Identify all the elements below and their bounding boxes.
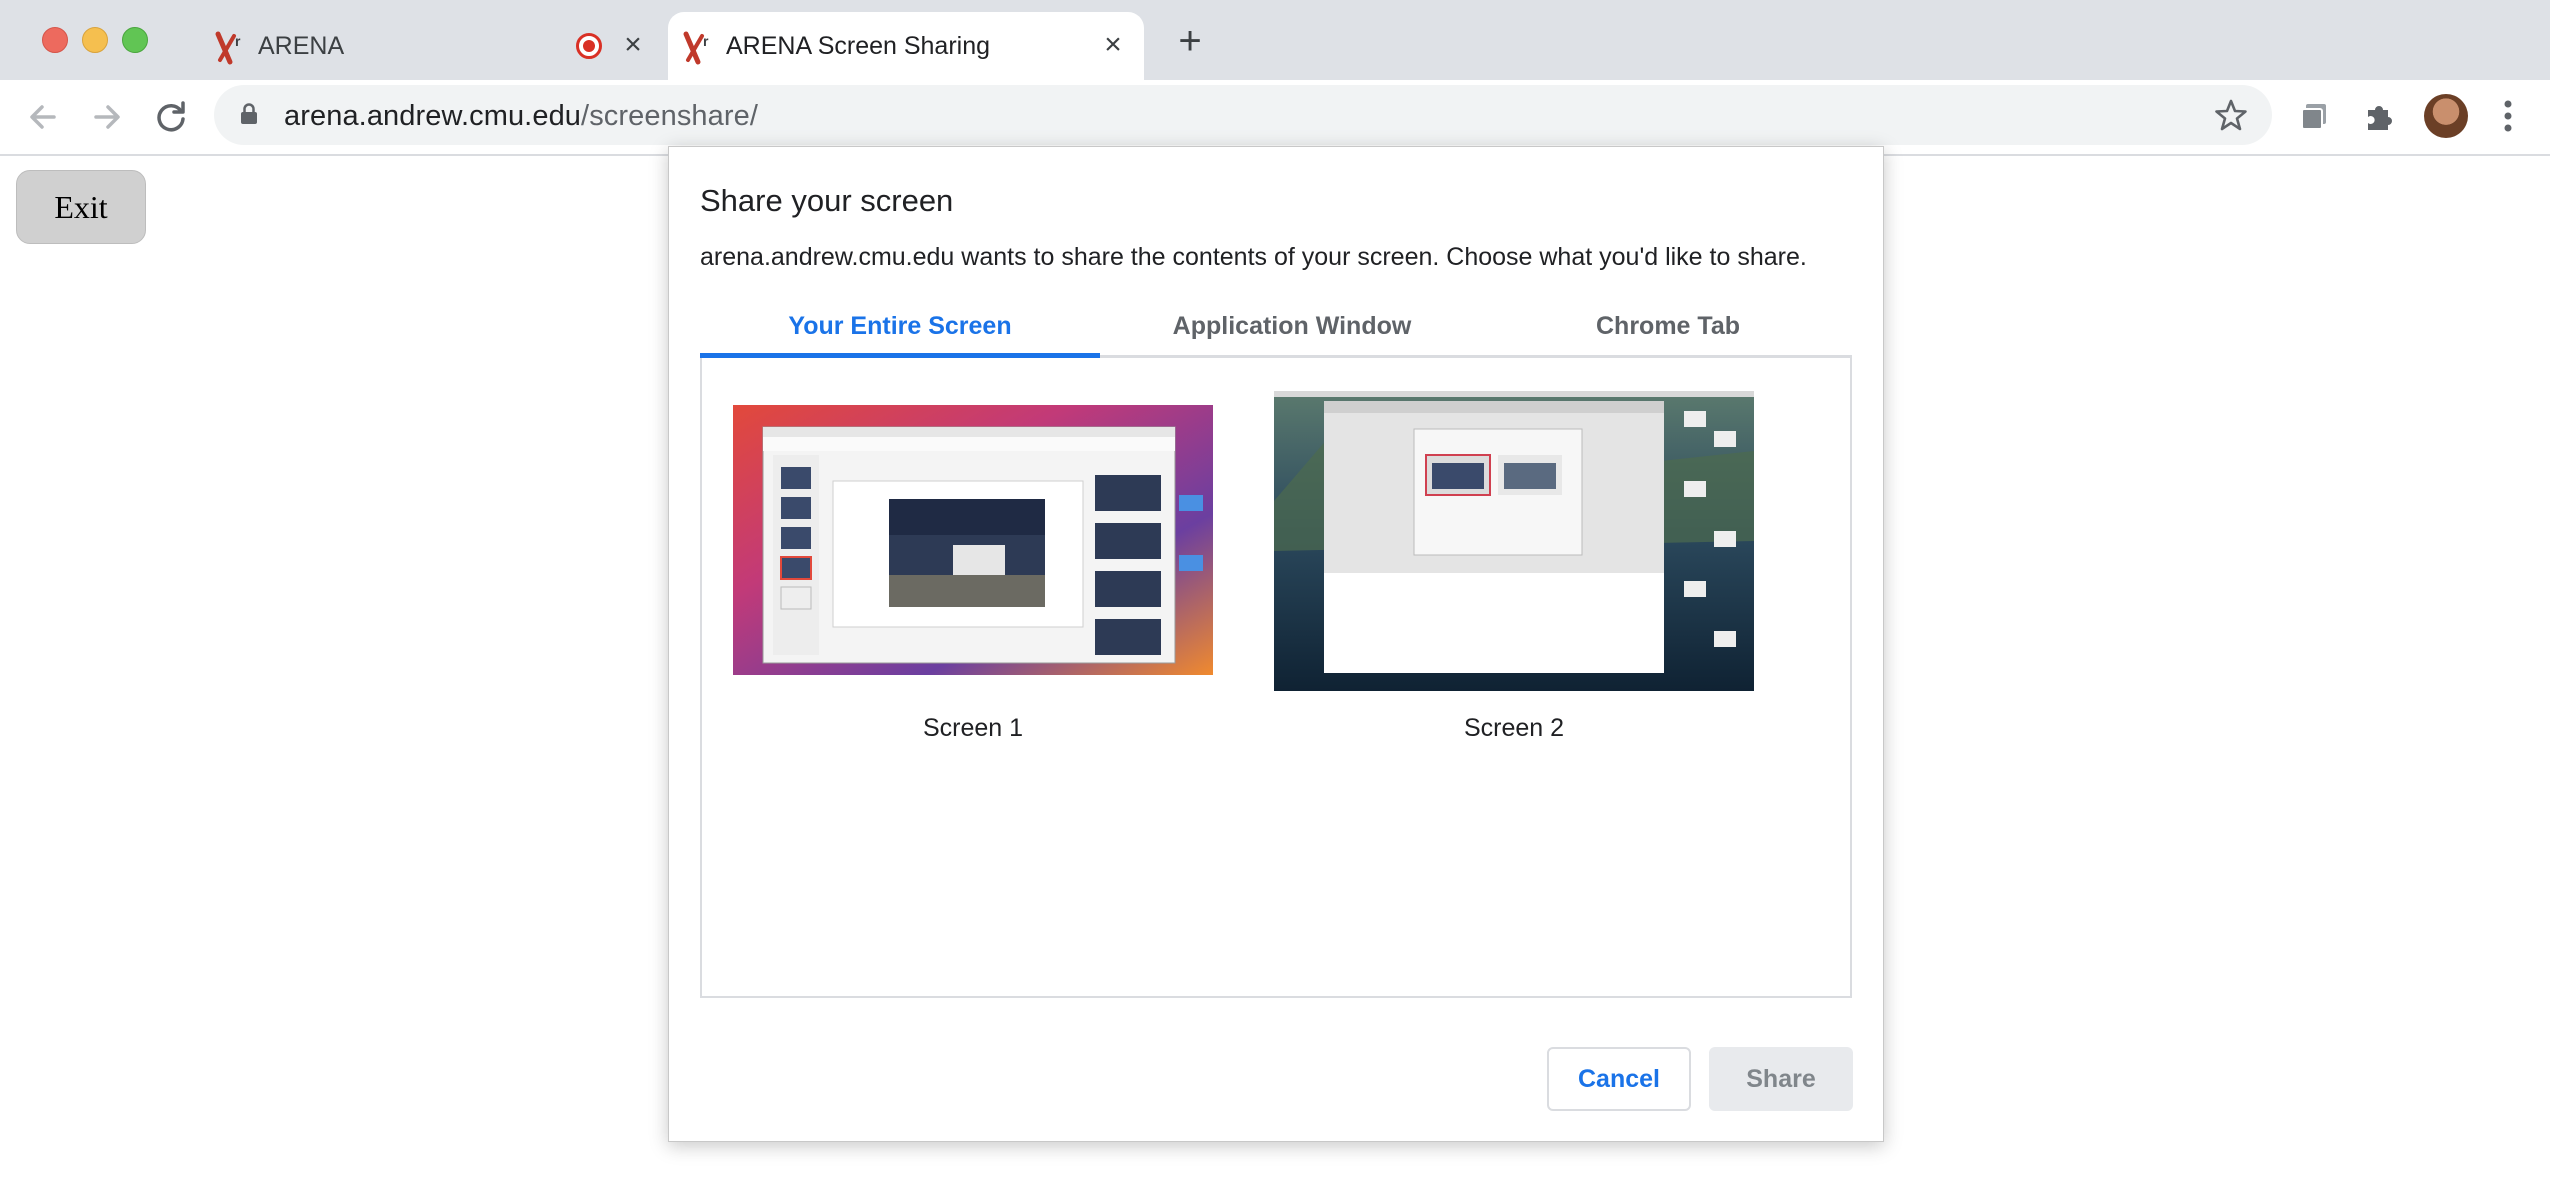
xr-favicon-icon: r bbox=[215, 31, 241, 65]
exit-button[interactable]: Exit bbox=[16, 170, 146, 244]
svg-text:r: r bbox=[235, 33, 241, 49]
tab-entire-screen[interactable]: Your Entire Screen bbox=[700, 297, 1100, 358]
browser-toolbar: arena.andrew.cmu.edu/screenshare/ bbox=[0, 80, 2550, 156]
bookmark-star-icon[interactable] bbox=[2214, 98, 2248, 132]
screen-2-preview-image bbox=[1274, 391, 1754, 691]
back-arrow-icon[interactable] bbox=[22, 96, 64, 138]
xr-favicon-icon: r bbox=[683, 31, 709, 65]
share-button[interactable]: Share bbox=[1709, 1047, 1853, 1111]
url-text: arena.andrew.cmu.edu/screenshare/ bbox=[284, 100, 758, 133]
more-menu-icon[interactable] bbox=[2496, 96, 2520, 136]
minimize-window-button[interactable] bbox=[82, 27, 108, 53]
dialog-title: Share your screen bbox=[700, 183, 954, 218]
svg-text:r: r bbox=[703, 33, 709, 49]
tab-search-icon[interactable] bbox=[2296, 98, 2334, 136]
screen-1-label: Screen 1 bbox=[922, 714, 1024, 742]
dialog-description: arena.andrew.cmu.edu wants to share the … bbox=[700, 243, 1807, 271]
reload-icon[interactable] bbox=[150, 96, 192, 138]
tab-strip: r ARENA × r ARENA Screen Sharing × + bbox=[0, 0, 2550, 80]
tab-title: ARENA bbox=[258, 32, 345, 60]
screen-2-label: Screen 2 bbox=[1463, 714, 1565, 742]
url-host: arena.andrew.cmu.edu bbox=[284, 100, 582, 132]
tab-title: ARENA Screen Sharing bbox=[726, 32, 991, 60]
close-window-button[interactable] bbox=[42, 27, 68, 53]
profile-avatar[interactable] bbox=[2424, 94, 2468, 138]
source-tabs: Your Entire Screen Application Window Ch… bbox=[700, 297, 1852, 358]
close-tab-icon[interactable]: × bbox=[616, 28, 650, 62]
address-bar[interactable]: arena.andrew.cmu.edu/screenshare/ bbox=[214, 85, 2272, 145]
new-tab-button[interactable]: + bbox=[1170, 21, 1210, 62]
url-path: /screenshare/ bbox=[581, 100, 759, 132]
forward-arrow-icon[interactable] bbox=[86, 96, 128, 138]
screen-1-preview-image bbox=[733, 405, 1213, 675]
source-list-panel: Screen 1 Screen 2 bbox=[700, 358, 1852, 998]
tab-arena[interactable]: r ARENA × bbox=[200, 12, 660, 80]
close-tab-icon[interactable]: × bbox=[1096, 28, 1130, 62]
tab-arena-screen-sharing[interactable]: r ARENA Screen Sharing × bbox=[668, 12, 1144, 80]
share-screen-dialog: Share your screen arena.andrew.cmu.edu w… bbox=[668, 146, 1884, 1142]
screen-1-thumbnail[interactable] bbox=[733, 405, 1213, 675]
cancel-button[interactable]: Cancel bbox=[1547, 1047, 1691, 1111]
tab-application-window[interactable]: Application Window bbox=[1100, 297, 1484, 355]
recording-indicator-icon bbox=[576, 33, 602, 59]
screen-2-thumbnail[interactable] bbox=[1274, 391, 1754, 691]
lock-icon[interactable] bbox=[240, 103, 258, 125]
zoom-window-button[interactable] bbox=[122, 27, 148, 53]
extensions-puzzle-icon[interactable] bbox=[2360, 98, 2398, 136]
tab-chrome-tab[interactable]: Chrome Tab bbox=[1484, 297, 1852, 355]
